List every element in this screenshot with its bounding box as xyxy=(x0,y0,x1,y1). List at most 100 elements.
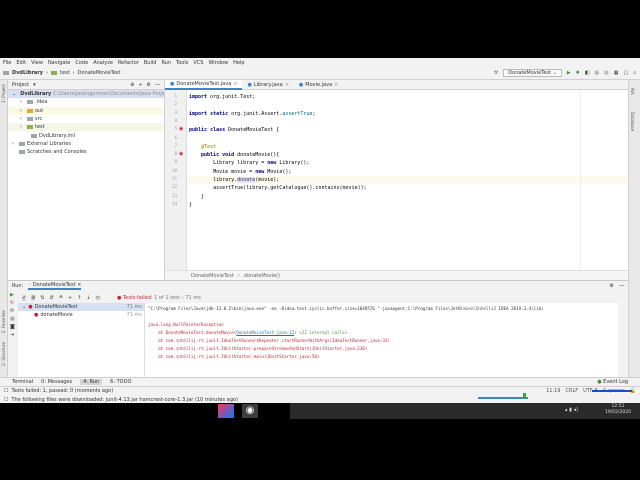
code-token: Movie movie = xyxy=(189,168,256,175)
prev-failed-icon[interactable]: ↑ xyxy=(77,295,81,301)
breadcrumb-class[interactable]: DonateMovieTest xyxy=(191,273,234,279)
todo-tab[interactable]: 6: TODO xyxy=(110,379,131,385)
run-test-gutter-icon[interactable]: ◉ xyxy=(179,126,183,132)
sort-alpha-icon[interactable]: ⇅ xyxy=(40,295,44,301)
project-tool-button[interactable]: 1: Project xyxy=(1,84,6,103)
breadcrumb-method[interactable]: donateMovie() xyxy=(244,273,280,279)
sort-duration-icon[interactable]: ⇵ xyxy=(50,295,54,301)
stop-icon[interactable]: ■ xyxy=(8,315,18,323)
run-tool-tab[interactable]: 4: Run xyxy=(80,379,103,385)
close-icon[interactable]: × xyxy=(233,81,237,87)
intellij-taskbar-icon[interactable] xyxy=(218,404,234,418)
menu-run[interactable]: Run xyxy=(161,60,171,66)
notification-message[interactable]: The following files were downloaded: jun… xyxy=(11,397,237,403)
position-indicator[interactable]: 11:19 xyxy=(546,388,560,394)
menu-analyze[interactable]: Analyze xyxy=(93,60,113,66)
editor-tab[interactable]: ● Movie.java × xyxy=(294,80,343,90)
collapse-icon[interactable]: ÷ xyxy=(138,82,142,88)
ant-tool-button[interactable]: Ant xyxy=(630,88,635,95)
menu-vcs[interactable]: VCS xyxy=(193,60,203,66)
code-area[interactable]: import org.junit.Test; import static org.… xyxy=(189,93,629,209)
show-passed-icon[interactable]: ✓ xyxy=(22,294,27,301)
status-icon: ☐ xyxy=(4,388,9,394)
internal-calls[interactable]: ) <22 internal calls> xyxy=(294,330,347,335)
console-output[interactable]: "C:\Program Files\Java\jdk-13.0.2\bin\ja… xyxy=(145,303,618,377)
project-tree-item[interactable]: DvdLibrary.iml xyxy=(8,131,164,139)
line-number: 11 xyxy=(172,176,177,181)
code-line: import org.junit.Test; xyxy=(189,93,629,101)
project-tree-item[interactable]: › src xyxy=(8,115,164,123)
menu-build[interactable]: Build xyxy=(144,60,157,66)
rerun-icon[interactable]: ▶ xyxy=(8,291,18,299)
project-tree-item[interactable]: ⌄ DvdLibrary C:\Users\jasongorman\Document… xyxy=(8,90,164,99)
line-separator[interactable]: CRLF xyxy=(566,388,579,394)
expand-all-icon[interactable]: ≚ xyxy=(59,295,63,301)
project-tree-item[interactable]: › test xyxy=(8,123,164,132)
menu-help[interactable]: Help xyxy=(233,60,244,66)
structure-tool-button[interactable]: 2: Structure xyxy=(1,342,6,366)
clock[interactable]: 12:51 19/02/2020 xyxy=(605,404,631,416)
run-test-gutter-icon[interactable]: ◉ xyxy=(179,151,183,157)
menu-window[interactable]: Window xyxy=(208,60,228,66)
menu-refactor[interactable]: Refactor xyxy=(118,60,139,66)
obs-taskbar-icon[interactable]: ◉ xyxy=(242,404,258,418)
locate-icon[interactable]: ⊕ xyxy=(130,82,134,88)
code-token: donate xyxy=(237,176,256,183)
project-tree-item[interactable]: › out xyxy=(8,106,164,115)
next-failed-icon[interactable]: ↓ xyxy=(86,295,90,301)
profile-icon[interactable]: ◎ xyxy=(595,70,599,76)
terminal-tab[interactable]: Terminal xyxy=(12,379,33,385)
close-icon[interactable]: × xyxy=(334,82,338,88)
run-icon[interactable]: ▶ xyxy=(567,70,571,76)
history-icon[interactable]: ◷ xyxy=(96,295,100,301)
test-method-item[interactable]: ● donateMovie 71 ms xyxy=(18,311,144,319)
messages-tab[interactable]: 0: Messages xyxy=(41,379,72,385)
run-config-select[interactable]: DonateMovieTest ⌄ xyxy=(503,69,562,77)
favorites-tool-button[interactable]: 2: Favorites xyxy=(1,310,6,333)
close-icon[interactable]: × xyxy=(285,82,289,88)
editor-tab[interactable]: ● DonateMovieTest.java × xyxy=(165,80,243,90)
hide-icon[interactable]: — xyxy=(619,283,624,289)
nav-project[interactable]: DvdLibrary xyxy=(12,70,43,76)
stop-icon[interactable]: ■ xyxy=(604,70,609,76)
project-view-select[interactable]: Project xyxy=(12,82,29,88)
menu-edit[interactable]: Edit xyxy=(16,60,26,66)
debug-icon[interactable]: ✹ xyxy=(576,70,580,76)
build-hammer-icon[interactable]: ⚒ xyxy=(494,70,498,76)
project-tree-item[interactable]: › .idea xyxy=(8,98,164,106)
event-log-icon: ● xyxy=(597,379,602,385)
project-structure-icon[interactable]: ▦ xyxy=(614,70,619,76)
toggle-auto-test-icon[interactable]: ⟳ xyxy=(8,307,18,315)
editor-tab[interactable]: ● Library.java × xyxy=(242,80,293,90)
menu-code[interactable]: Code xyxy=(75,60,88,66)
search-icon[interactable]: ⌕ xyxy=(633,70,636,76)
event-log-button[interactable]: ● Event Log xyxy=(597,379,628,385)
project-tree-item[interactable]: › External Libraries xyxy=(8,140,164,148)
menu-file[interactable]: File xyxy=(3,60,11,66)
test-class-item[interactable]: ⌄ ● DonateMovieTest 71 ms xyxy=(18,303,144,312)
hide-icon[interactable]: — xyxy=(155,82,160,88)
nav-file[interactable]: DonateMovieTest xyxy=(78,70,121,76)
menu-navigate[interactable]: Navigate xyxy=(48,60,70,66)
rerun-failed-icon[interactable]: ↻ xyxy=(8,299,18,307)
tray-icons[interactable]: ▴ ▮ ◂) xyxy=(565,407,578,413)
layout-icon[interactable]: ▢ xyxy=(623,70,628,76)
gear-icon[interactable]: ⚙ xyxy=(610,283,614,289)
gear-icon[interactable]: ⚙ xyxy=(147,82,151,88)
code-token: import static xyxy=(189,110,232,117)
menu-view[interactable]: View xyxy=(31,60,43,66)
camera-icon[interactable]: ◙ xyxy=(8,323,18,331)
project-tree-item[interactable]: Scratches and Consoles xyxy=(8,148,164,156)
collapse-all-icon[interactable]: ÷ xyxy=(68,295,72,301)
show-ignored-icon[interactable]: ⊘ xyxy=(31,294,36,301)
menu-tools[interactable]: Tools xyxy=(176,60,188,66)
code-line: assertTrue(library.getCatalogue().contai… xyxy=(189,184,629,192)
run-tab[interactable]: ◦ DonateMovieTest × xyxy=(28,282,82,290)
stacktrace-link[interactable]: DonateMovieTest.java:12 xyxy=(236,330,294,335)
exit-icon[interactable]: ⇥ xyxy=(8,331,18,339)
status-message[interactable]: Tests failed: 1, passed: 0 (moments ago) xyxy=(11,388,113,394)
database-tool-button[interactable]: Database xyxy=(630,112,635,131)
coverage-icon[interactable]: ◧ xyxy=(585,70,590,76)
nav-folder[interactable]: test xyxy=(60,70,70,76)
